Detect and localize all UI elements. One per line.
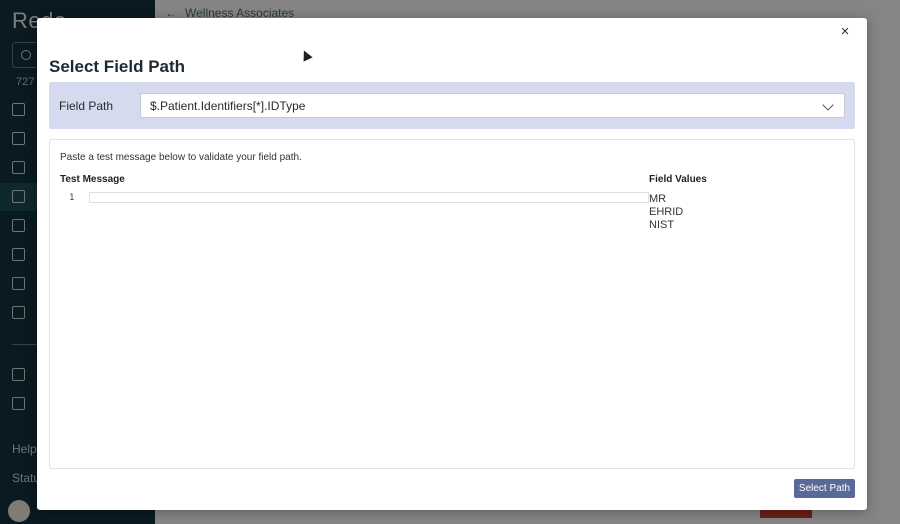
select-field-path-modal: × Select Field Path Field Path $.Patient… [37,18,867,510]
close-icon[interactable]: × [837,24,853,40]
field-path-bar: Field Path $.Patient.Identifiers[*].IDTy… [49,82,855,129]
test-message-editor[interactable] [89,192,649,203]
validation-panel: Paste a test message below to validate y… [49,139,855,469]
modal-title: Select Field Path [49,57,186,76]
test-message-header: Test Message [60,174,125,185]
field-value-item: EHRID [649,206,684,218]
line-number: 1 [69,193,75,203]
select-path-button[interactable]: Select Path [794,479,855,498]
chevron-down-icon [822,99,834,111]
field-values-list: MR EHRID NIST [649,193,683,232]
field-path-value: $.Patient.Identifiers[*].IDType [150,99,306,113]
validation-hint: Paste a test message below to validate y… [60,152,302,163]
field-path-select[interactable]: $.Patient.Identifiers[*].IDType [140,93,845,118]
field-path-label: Field Path [59,99,114,113]
field-value-item: MR [649,193,667,205]
field-value-item: NIST [649,219,675,231]
field-values-header: Field Values [649,174,707,185]
